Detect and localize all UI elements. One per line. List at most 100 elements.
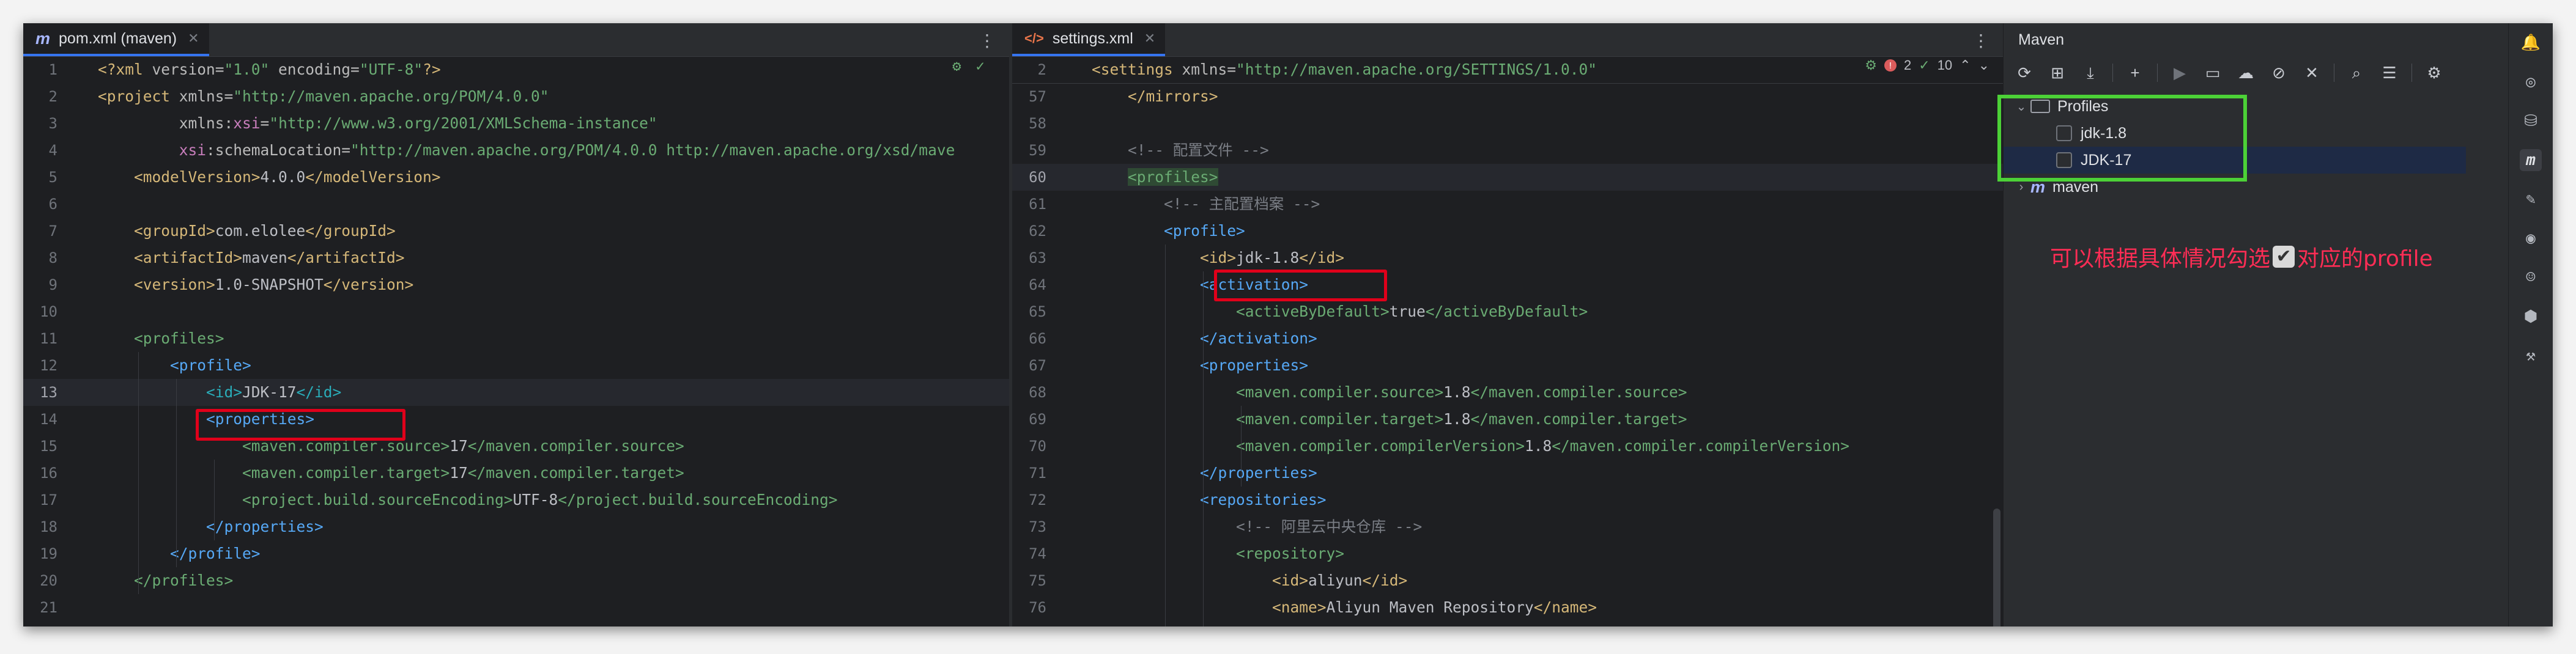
code-line[interactable]: 5 <modelVersion>4.0.0</modelVersion>: [23, 164, 1009, 191]
database-icon[interactable]: ⛁: [2520, 110, 2542, 132]
code-line[interactable]: 2 <project xmlns="http://maven.apache.org…: [23, 83, 1009, 110]
code-line[interactable]: 59 <!-- 配置文件 -->: [1012, 137, 2003, 164]
line-number: 18: [40, 518, 57, 535]
close-icon[interactable]: ✕: [188, 31, 199, 46]
collapse-icon[interactable]: ✕: [2301, 62, 2323, 84]
code-line[interactable]: 72 <repositories>: [1012, 487, 2003, 513]
skip-tests-icon[interactable]: ⊘: [2268, 62, 2290, 84]
code-line[interactable]: 18 </properties>: [23, 513, 1009, 540]
download-icon[interactable]: ⤓: [2079, 62, 2101, 84]
vertical-scrollbar[interactable]: [1993, 509, 2000, 626]
code-text: <groupId>com.elolee</groupId>: [134, 222, 396, 240]
tab-settings-xml[interactable]: </> settings.xml ✕: [1012, 23, 1166, 56]
run-icon[interactable]: ▶: [2169, 62, 2191, 84]
code-line[interactable]: 2 <settings xmlns="http://maven.apache.or…: [1012, 56, 2003, 84]
smile-icon[interactable]: ☺: [2520, 266, 2542, 288]
code-line[interactable]: 12 <profile>: [23, 352, 1009, 379]
code-line[interactable]: 8 <artifactId>maven</artifactId>: [23, 244, 1009, 271]
code-line[interactable]: 15 <maven.compiler.source>17</maven.comp…: [23, 433, 1009, 460]
endpoints-icon[interactable]: ⚒: [2520, 345, 2542, 367]
code-line[interactable]: 57 </mirrors>: [1012, 83, 2003, 110]
toolbar-separator: [2157, 64, 2158, 82]
chevron-up-icon[interactable]: ⌃: [1960, 57, 1971, 73]
code-line[interactable]: 6: [23, 191, 1009, 218]
notifications-icon[interactable]: 🔔: [2520, 32, 2542, 54]
ide-window: m pom.xml (maven) ✕ ⋮ 1 <?xml version="1.…: [23, 23, 2553, 626]
tab-pom-xml[interactable]: m pom.xml (maven) ✕: [23, 23, 209, 56]
code-line[interactable]: 14 <properties>: [23, 406, 1009, 433]
check-count: 10: [1937, 57, 1953, 73]
inspection-widget[interactable]: ⚙ ! 2 ✓ 10 ⌃ ⌄: [1865, 57, 1989, 73]
code-text: <project.build.sourceEncoding>UTF-8</pro…: [242, 491, 838, 509]
check-icon: ✓: [975, 57, 985, 75]
close-icon[interactable]: ✕: [1144, 31, 1155, 46]
code-line[interactable]: 65 <activeByDefault>true</activeByDefaul…: [1012, 298, 2003, 325]
code-line[interactable]: 1 <?xml version="1.0" encoding="UTF-8"?>: [23, 56, 1009, 83]
chevron-down-icon[interactable]: ⌄: [1978, 57, 1989, 73]
code-line[interactable]: 71 </properties>: [1012, 460, 2003, 487]
code-line[interactable]: 4 xsi:schemaLocation="http://maven.apach…: [23, 137, 1009, 164]
indent-guide: [1165, 244, 1166, 626]
code-editor[interactable]: 2 <settings xmlns="http://maven.apache.or…: [1012, 56, 2003, 626]
code-editor[interactable]: 1 <?xml version="1.0" encoding="UTF-8"?> 2…: [23, 56, 1009, 626]
code-line[interactable]: 68 <maven.compiler.source>1.8</maven.com…: [1012, 379, 2003, 406]
maven-file-icon: m: [35, 29, 51, 48]
code-line[interactable]: 20 </profiles>: [23, 567, 1009, 594]
code-line[interactable]: 13 <id>JDK-17</id>: [23, 379, 1009, 406]
line-number: 14: [40, 411, 57, 428]
code-line[interactable]: 9 <version>1.0-SNAPSHOT</version>: [23, 271, 1009, 298]
code-line[interactable]: 73 <!-- 阿里云中央仓库 -->: [1012, 513, 2003, 540]
line-number: 19: [40, 545, 57, 562]
more-actions-icon[interactable]: ⋮: [979, 31, 996, 51]
execute-goal-icon[interactable]: ▭: [2202, 62, 2224, 84]
plus-icon[interactable]: +: [2124, 62, 2146, 84]
code-line[interactable]: 17 <project.build.sourceEncoding>UTF-8</…: [23, 487, 1009, 513]
code-text: </profile>: [170, 545, 261, 562]
code-line[interactable]: 60 <profiles>: [1012, 164, 2003, 191]
add-folder-icon[interactable]: ⊞: [2046, 62, 2068, 84]
more-actions-icon[interactable]: ⋮: [1972, 31, 1989, 51]
annotation-after: 对应的profile: [2297, 246, 2433, 271]
code-line[interactable]: 11 <profiles>: [23, 325, 1009, 352]
tool-window-stripe: 🔔 ◎ ⛁ m ✎ ◉ ☺ ⬢ ⚒: [2508, 23, 2553, 626]
code-line[interactable]: 70 <maven.compiler.compilerVersion>1.8</…: [1012, 433, 2003, 460]
reload-icon[interactable]: ⟳: [2013, 62, 2035, 84]
line-number: 10: [40, 303, 57, 320]
offline-icon[interactable]: ☁: [2235, 62, 2257, 84]
code-line[interactable]: 3 xmlns:xsi="http://www.w3.org/2001/XMLS…: [23, 110, 1009, 137]
show-deps-icon[interactable]: ☰: [2378, 62, 2400, 84]
code-line[interactable]: 76 <name>Aliyun Maven Repository</name>: [1012, 594, 2003, 621]
maven-icon[interactable]: m: [2520, 149, 2542, 171]
editor-pane-pom: m pom.xml (maven) ✕ ⋮ 1 <?xml version="1.…: [23, 23, 1009, 626]
tab-bar: </> settings.xml ✕ ⋮: [1012, 23, 2003, 57]
code-line[interactable]: 10: [23, 298, 1009, 325]
code-line[interactable]: 69 <maven.compiler.target>1.8</maven.com…: [1012, 406, 2003, 433]
settings-icon[interactable]: ⚙: [2423, 62, 2445, 84]
code-line[interactable]: 61 <!-- 主配置档案 -->: [1012, 191, 2003, 218]
code-line[interactable]: 64 <activation>: [1012, 271, 2003, 298]
analyze-icon[interactable]: ⌕: [2345, 62, 2367, 84]
copilot-icon[interactable]: ◉: [2520, 227, 2542, 249]
inspection-icon[interactable]: ⚙: [952, 57, 961, 75]
code-line[interactable]: 16 <maven.compiler.target>17</maven.comp…: [23, 460, 1009, 487]
ai-assistant-icon[interactable]: ◎: [2520, 71, 2542, 93]
code-line[interactable]: 75 <id>aliyun</id>: [1012, 567, 2003, 594]
code-line[interactable]: 7 <groupId>com.elolee</groupId>: [23, 218, 1009, 244]
code-line[interactable]: 21: [23, 594, 1009, 621]
code-line[interactable]: 67 <properties>: [1012, 352, 2003, 379]
code-line[interactable]: 66 </activation>: [1012, 325, 2003, 352]
code-text: <maven.compiler.source>1.8</maven.compil…: [1236, 383, 1687, 401]
code-line[interactable]: 74 <repository>: [1012, 540, 2003, 567]
code-line[interactable]: 19 </profile>: [23, 540, 1009, 567]
line-number: 2: [48, 88, 57, 105]
line-number: 4: [48, 142, 57, 159]
inspection-icon: ⚙: [1865, 57, 1877, 73]
gradle-icon[interactable]: ✎: [2520, 188, 2542, 210]
chevron-right-icon[interactable]: ›: [2012, 180, 2030, 194]
code-line[interactable]: 58: [1012, 110, 2003, 137]
code-line[interactable]: 62 <profile>: [1012, 218, 2003, 244]
code-line[interactable]: 63 <id>jdk-1.8</id>: [1012, 244, 2003, 271]
tab-label: pom.xml (maven): [59, 29, 177, 47]
plugin-icon[interactable]: ⬢: [2520, 306, 2542, 328]
code-text: <repository>: [1236, 545, 1345, 562]
